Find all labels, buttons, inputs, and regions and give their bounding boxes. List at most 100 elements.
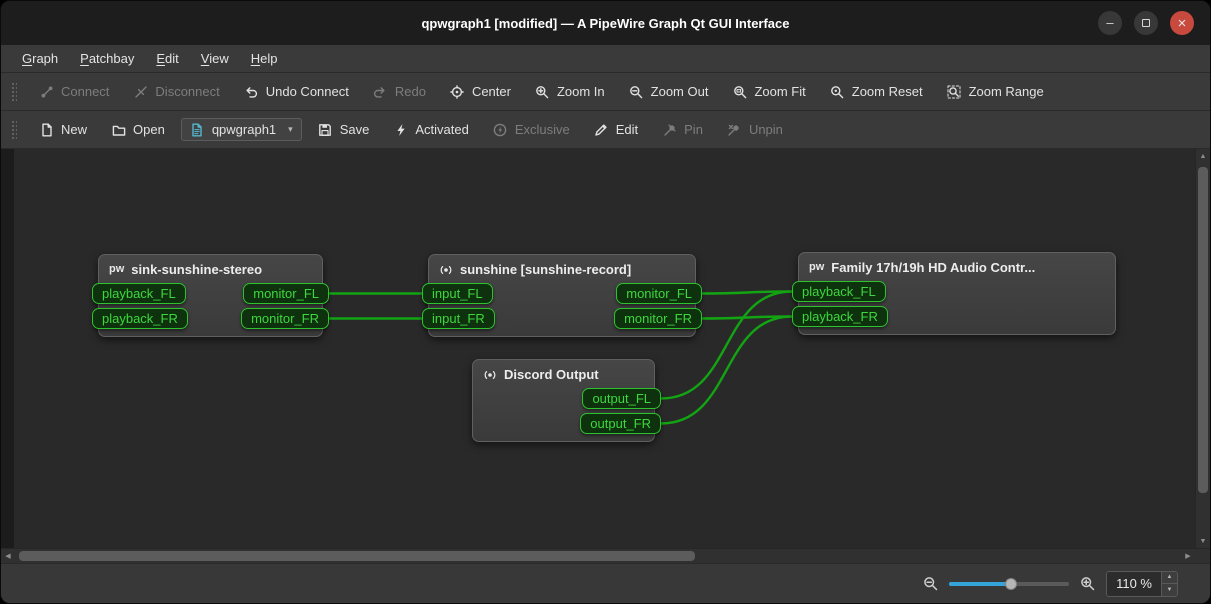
disconnect-icon [133, 84, 148, 99]
port-output_FL[interactable]: output_FL [582, 388, 661, 409]
pipewire-icon: pw [109, 264, 124, 275]
toolbar-drag-handle[interactable] [11, 82, 17, 102]
menu-patchbay[interactable]: Patchbay [71, 48, 143, 69]
scroll-down-icon[interactable]: ▼ [1196, 534, 1210, 548]
toolbar-zoom-in-button-label: Zoom In [557, 84, 605, 99]
toolbar-zoom-out-button[interactable]: Zoom Out [621, 79, 717, 104]
toolbar-save-button[interactable]: Save [310, 117, 378, 142]
vertical-scroll-track[interactable] [1196, 163, 1210, 534]
zoom-value[interactable]: 110 % [1107, 572, 1161, 596]
toolbar-redo-button[interactable]: Redo [365, 79, 434, 104]
maximize-icon [1142, 19, 1150, 27]
toolbar-new-button[interactable]: New [31, 117, 95, 142]
toolbar-connect-button[interactable]: Connect [31, 79, 117, 104]
toolbar-zoom-fit-button[interactable]: Zoom Fit [724, 79, 813, 104]
patchbay-file-icon [190, 122, 205, 137]
menu-help[interactable]: Help [242, 48, 287, 69]
vertical-scroll-thumb[interactable] [1198, 167, 1208, 493]
zoom-spin-buttons: ▲ ▼ [1161, 572, 1177, 596]
port-input_FL[interactable]: input_FL [422, 283, 493, 304]
pin-icon [662, 122, 677, 137]
zoom-slider-fill [949, 582, 1011, 586]
node-family[interactable]: pwFamily 17h/19h HD Audio Contr...playba… [798, 252, 1116, 335]
toolbar-edit-button[interactable]: Edit [586, 117, 646, 142]
port-playback_FL[interactable]: playback_FL [92, 283, 186, 304]
close-button[interactable] [1170, 11, 1194, 35]
toolbar-undo-connect-button-label: Undo Connect [266, 84, 349, 99]
horizontal-scroll-track[interactable] [15, 549, 1181, 563]
zoom-reset-icon [830, 84, 845, 99]
toolbar-zoom-reset-button[interactable]: Zoom Reset [822, 79, 931, 104]
undo-icon [244, 84, 259, 99]
graph-scene[interactable] [14, 149, 1195, 548]
scroll-right-icon[interactable]: ▶ [1181, 549, 1195, 563]
save-icon [318, 122, 333, 137]
toolbar-zoom-in-button[interactable]: Zoom In [527, 79, 613, 104]
graph-canvas[interactable]: pwsink-sunshine-stereoplayback_FLplaybac… [1, 149, 1195, 548]
port-input_FR[interactable]: input_FR [422, 308, 495, 329]
node-ports: input_FLinput_FRmonitor_FLmonitor_FR [429, 281, 695, 336]
port-playback_FR[interactable]: playback_FR [92, 308, 188, 329]
menu-view[interactable]: View [192, 48, 238, 69]
horizontal-scrollbar-row: ◀ ▶ [1, 548, 1210, 563]
scroll-up-icon[interactable]: ▲ [1196, 149, 1210, 163]
toolbar-unpin-button[interactable]: Unpin [719, 117, 791, 142]
node-sink[interactable]: pwsink-sunshine-stereoplayback_FLplaybac… [98, 254, 323, 337]
toolbar-center-button-label: Center [472, 84, 511, 99]
port-monitor_FR[interactable]: monitor_FR [614, 308, 702, 329]
toolbar-patchbay: New Open qpwgraph1▾ Save Activated Exclusive E… [1, 111, 1210, 149]
maximize-button[interactable] [1134, 11, 1158, 35]
scroll-left-icon[interactable]: ◀ [1, 549, 15, 563]
node-sunshine[interactable]: sunshine [sunshine-record]input_FLinput_… [428, 254, 696, 337]
zoom-spinbox[interactable]: 110 % ▲ ▼ [1106, 571, 1178, 597]
toolbar-zoom-reset-button-label: Zoom Reset [852, 84, 923, 99]
toolbar-disconnect-button[interactable]: Disconnect [125, 79, 227, 104]
zoom-range-icon [947, 84, 962, 99]
port-playback_FL[interactable]: playback_FL [792, 281, 886, 302]
toolbar-center-button[interactable]: Center [442, 79, 519, 104]
horizontal-scrollbar[interactable]: ◀ ▶ [1, 549, 1195, 563]
activated-bolt-icon [393, 122, 408, 137]
spin-down-icon[interactable]: ▼ [1162, 583, 1177, 596]
port-playback_FR[interactable]: playback_FR [792, 306, 888, 327]
port-monitor_FR[interactable]: monitor_FR [241, 308, 329, 329]
zoom-in-icon [535, 84, 550, 99]
node-ports: playback_FLplayback_FRmonitor_FLmonitor_… [99, 281, 322, 336]
node-discord[interactable]: Discord Outputoutput_FLoutput_FR [472, 359, 655, 442]
zoom-out-icon [629, 84, 644, 99]
toolbar-pin-button[interactable]: Pin [654, 117, 711, 142]
toolbar-exclusive-button[interactable]: Exclusive [485, 117, 578, 142]
toolbar-disconnect-button-label: Disconnect [155, 84, 219, 99]
port-monitor_FL[interactable]: monitor_FL [243, 283, 329, 304]
minimize-button[interactable] [1098, 11, 1122, 35]
node-header: pwFamily 17h/19h HD Audio Contr... [799, 253, 1115, 279]
toolbar-file-combobox[interactable]: qpwgraph1▾ [181, 118, 302, 141]
node-header: Discord Output [473, 360, 654, 386]
minimize-icon [1106, 16, 1113, 30]
toolbar-zoom-range-button-label: Zoom Range [969, 84, 1044, 99]
toolbar-file-combobox-label: qpwgraph1 [212, 122, 276, 137]
horizontal-scroll-thumb[interactable] [19, 551, 695, 561]
exclusive-icon [493, 122, 508, 137]
menu-edit[interactable]: Edit [147, 48, 187, 69]
spin-up-icon[interactable]: ▲ [1162, 572, 1177, 584]
menu-graph[interactable]: Graph [13, 48, 67, 69]
toolbar-zoom-out-button-label: Zoom Out [651, 84, 709, 99]
port-output_FR[interactable]: output_FR [580, 413, 661, 434]
window-controls [1098, 1, 1194, 45]
zoom-out-icon[interactable] [923, 576, 938, 591]
vertical-scrollbar[interactable]: ▲ ▼ [1195, 149, 1210, 548]
toolbar-graph: Connect Disconnect Undo Connect Redo Center Z… [1, 73, 1210, 111]
zoom-slider-handle[interactable] [1005, 578, 1017, 590]
toolbar-activated-button[interactable]: Activated [385, 117, 476, 142]
toolbar-drag-handle[interactable] [11, 120, 17, 140]
toolbar-undo-connect-button[interactable]: Undo Connect [236, 79, 357, 104]
zoom-slider[interactable] [949, 576, 1069, 592]
zoom-in-icon[interactable] [1080, 576, 1095, 591]
menu-bar: GraphPatchbayEditViewHelp [1, 45, 1210, 73]
toolbar-zoom-range-button[interactable]: Zoom Range [939, 79, 1052, 104]
open-folder-icon [111, 122, 126, 137]
port-monitor_FL[interactable]: monitor_FL [616, 283, 702, 304]
node-header: sunshine [sunshine-record] [429, 255, 695, 281]
toolbar-open-button[interactable]: Open [103, 117, 173, 142]
